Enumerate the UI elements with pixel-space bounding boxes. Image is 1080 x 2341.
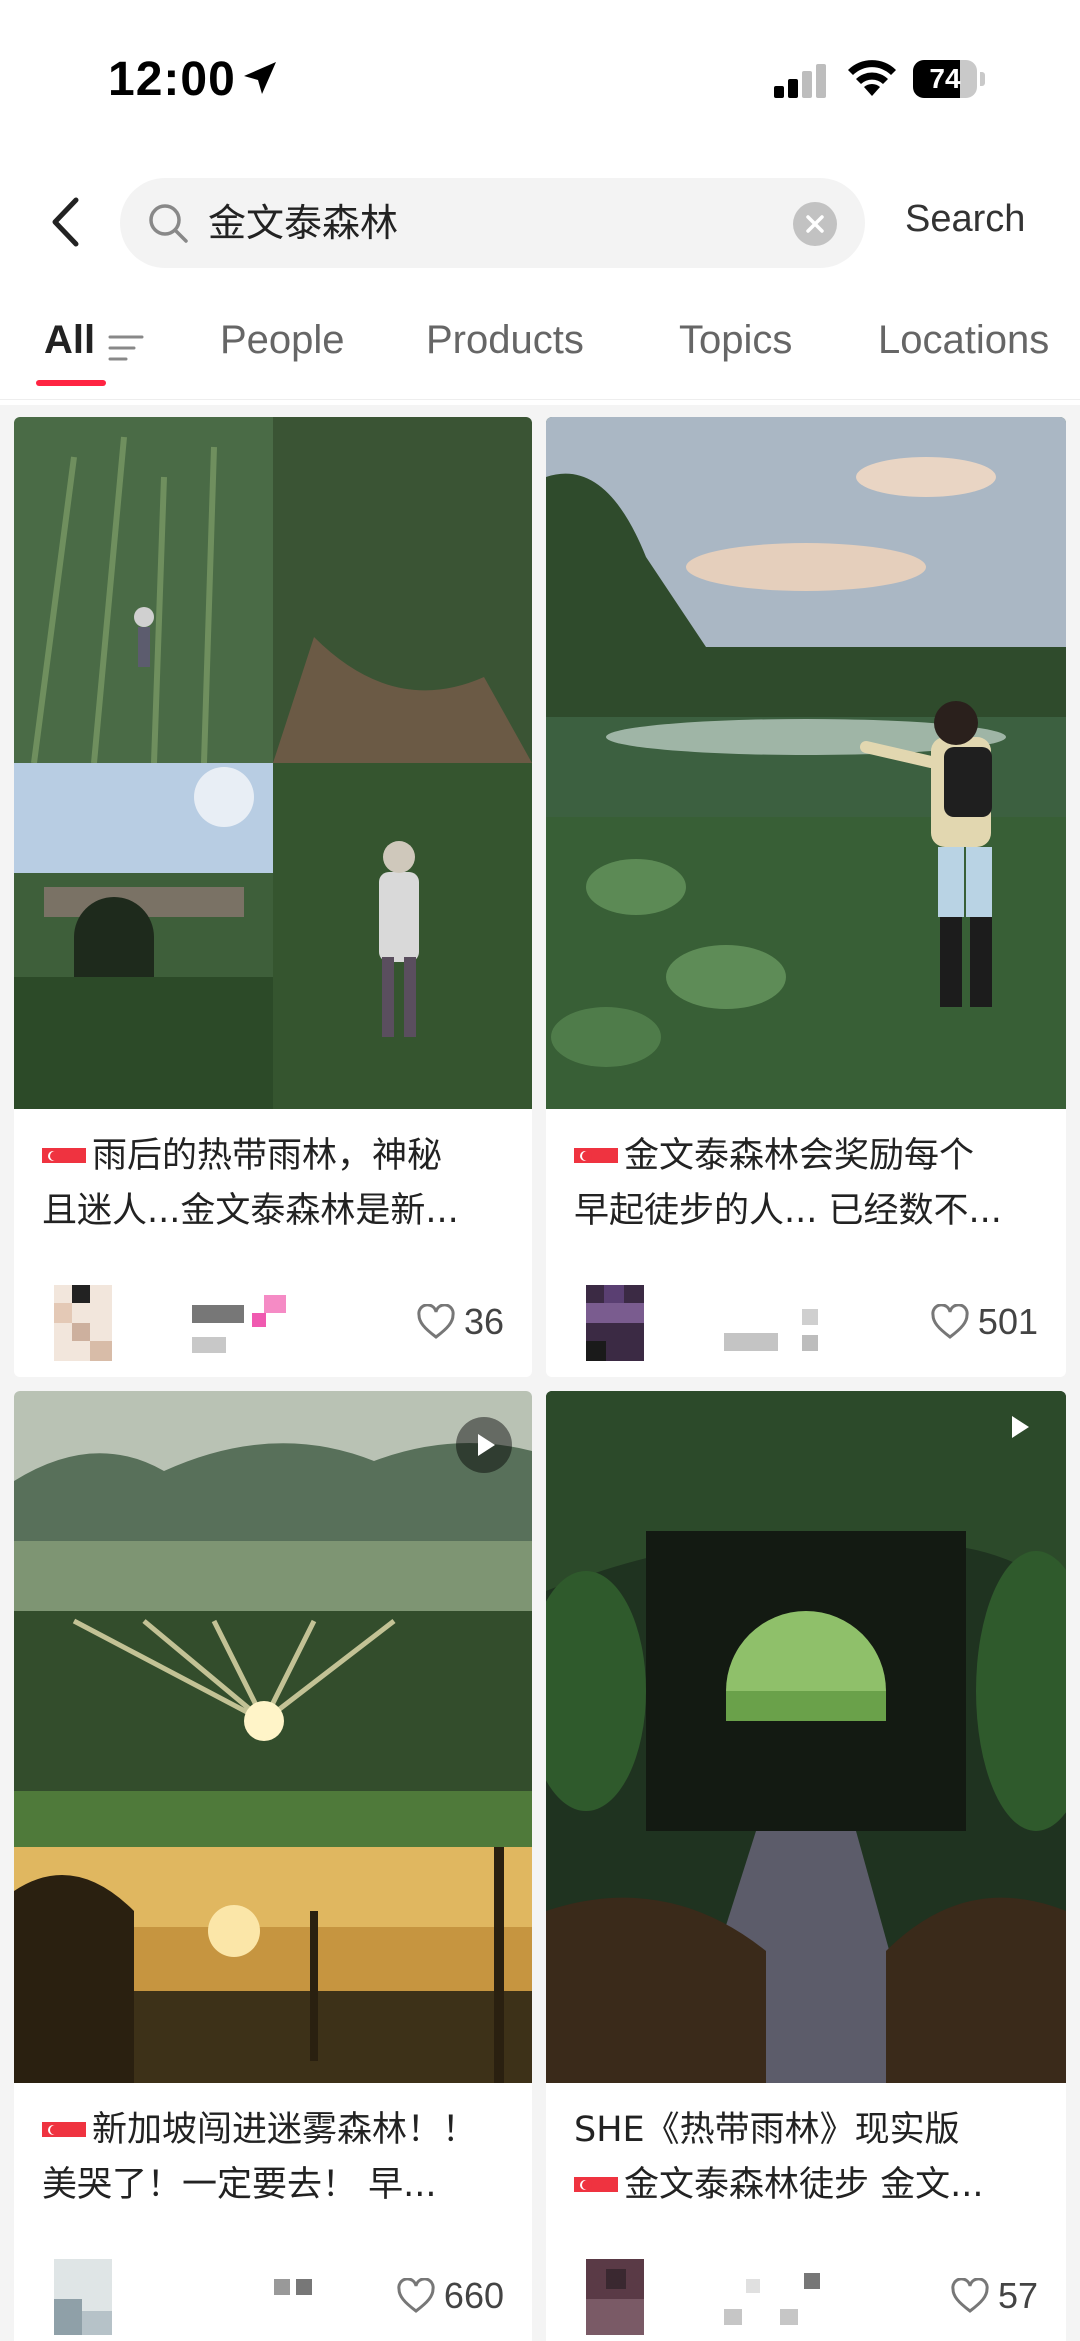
tab-all[interactable]: All — [44, 318, 95, 363]
post-title: SHE《热带雨林》现实版 金文泰森林徒步 金文... — [574, 2103, 1044, 2213]
status-time: 12:00 — [108, 53, 236, 106]
search-input[interactable]: 金文泰森林 — [208, 178, 398, 268]
battery-icon: 74 — [913, 60, 985, 98]
like-count: 660 — [443, 2275, 504, 2316]
post-title: 金文泰森林会奖励每个 早起徒步的人... 已经数不... — [574, 1129, 1044, 1239]
tab-people[interactable]: People — [220, 318, 345, 363]
post-title-line2: 且迷人...金文泰森林是新... — [42, 1191, 459, 1231]
avatar[interactable] — [586, 1285, 644, 1361]
avatar[interactable] — [54, 1285, 112, 1361]
clear-button[interactable] — [793, 202, 837, 246]
filter-icon[interactable] — [106, 332, 146, 364]
post-title-line1: 新加坡闯进迷雾森林！！ — [92, 2110, 478, 2150]
post-title: 雨后的热带雨林，神秘 且迷人...金文泰森林是新... — [42, 1129, 512, 1239]
like-count: 36 — [463, 1301, 504, 1342]
post-title-line2: 金文泰森林徒步 金文... — [624, 2165, 984, 2205]
active-tab-indicator — [36, 380, 106, 386]
like-count: 501 — [977, 1301, 1038, 1342]
author-name[interactable] — [724, 2269, 844, 2329]
post-image[interactable] — [546, 417, 1066, 1109]
cellular-signal-icon — [774, 64, 826, 98]
search-header: 金文泰森林 Search — [0, 170, 1080, 280]
clear-icon — [806, 215, 824, 233]
wifi-icon — [848, 60, 896, 96]
heart-icon — [397, 2278, 435, 2313]
post-footer: 36 — [42, 1285, 508, 1365]
status-bar: 12:00 74 — [0, 0, 1080, 150]
post-title-line2: 早起徒步的人... 已经数不... — [574, 1191, 1002, 1231]
tab-locations[interactable]: Locations — [878, 318, 1049, 363]
singapore-flag-icon — [574, 2169, 618, 2199]
search-icon — [149, 204, 188, 243]
post-card[interactable]: SHE《热带雨林》现实版 金文泰森林徒步 金文... 57 — [546, 1391, 1066, 2341]
singapore-flag-icon — [42, 2114, 86, 2144]
search-button[interactable]: Search — [905, 198, 1025, 241]
chevron-left-icon — [52, 197, 79, 247]
play-icon — [456, 1417, 512, 1473]
results-feed: 雨后的热带雨林，神秘 且迷人...金文泰森林是新... 36 金文泰森林会奖励每… — [0, 405, 1080, 2341]
like-button[interactable]: 660 — [396, 2275, 504, 2317]
back-button[interactable] — [40, 190, 90, 254]
like-button[interactable]: 36 — [416, 1301, 504, 1343]
play-icon — [990, 1399, 1046, 1455]
heart-icon — [951, 2278, 989, 2313]
like-button[interactable]: 501 — [930, 1301, 1038, 1343]
search-box[interactable]: 金文泰森林 — [120, 178, 865, 268]
singapore-flag-icon — [42, 1140, 86, 1170]
post-card[interactable]: 金文泰森林会奖励每个 早起徒步的人... 已经数不... 501 — [546, 417, 1066, 1377]
tab-products[interactable]: Products — [426, 318, 584, 363]
post-title-line1: 雨后的热带雨林，神秘 — [92, 1136, 443, 1176]
avatar[interactable] — [586, 2259, 644, 2335]
like-count: 57 — [997, 2275, 1038, 2316]
post-title-line2: 美哭了！一定要去！ 早... — [42, 2165, 437, 2205]
singapore-flag-icon — [574, 1140, 618, 1170]
location-arrow-icon — [244, 62, 276, 94]
avatar[interactable] — [54, 2259, 112, 2335]
post-footer: 660 — [42, 2259, 508, 2339]
post-image[interactable] — [14, 1391, 532, 2083]
post-image[interactable] — [546, 1391, 1066, 2083]
post-title: 新加坡闯进迷雾森林！！ 美哭了！一定要去！ 早... — [42, 2103, 512, 2213]
author-name[interactable] — [192, 2269, 312, 2329]
author-name[interactable] — [724, 1295, 844, 1355]
post-card[interactable]: 新加坡闯进迷雾森林！！ 美哭了！一定要去！ 早... 660 — [14, 1391, 532, 2341]
battery-percent: 74 — [929, 63, 961, 94]
post-footer: 57 — [574, 2259, 1042, 2339]
heart-icon — [931, 1304, 969, 1339]
post-title-line1: 金文泰森林会奖励每个 — [624, 1136, 975, 1176]
heart-icon — [417, 1304, 455, 1339]
author-name[interactable] — [192, 1295, 312, 1355]
post-card[interactable]: 雨后的热带雨林，神秘 且迷人...金文泰森林是新... 36 — [14, 417, 532, 1377]
post-title-line1: SHE《热带雨林》现实版 — [574, 2110, 960, 2150]
like-button[interactable]: 57 — [950, 2275, 1038, 2317]
tab-topics[interactable]: Topics — [679, 318, 792, 363]
search-tabs: All People Products Topics Locations — [0, 300, 1080, 400]
post-footer: 501 — [574, 1285, 1042, 1365]
post-image[interactable] — [14, 417, 532, 1109]
